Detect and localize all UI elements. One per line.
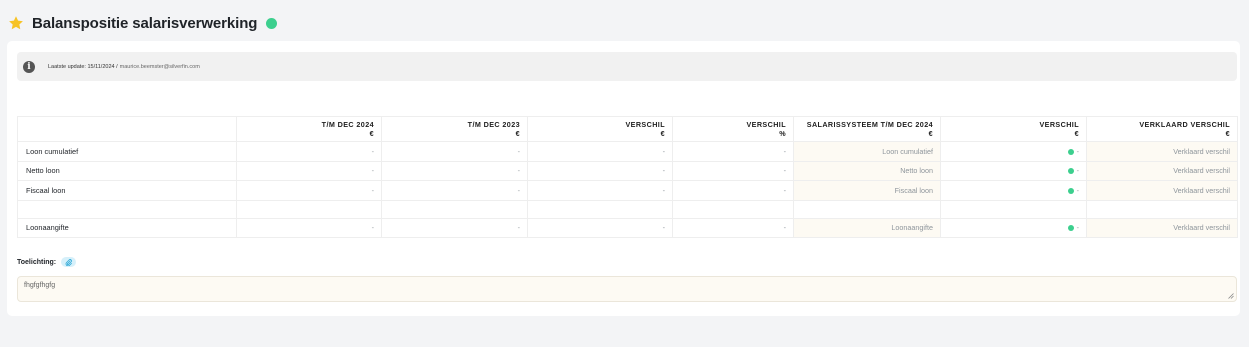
column-header-dec2023: T/M DEC 2023 €: [381, 116, 528, 142]
cell-dec2023: -: [381, 180, 528, 201]
column-header-dec2024: T/M DEC 2024 €: [236, 116, 382, 142]
salarissysteem-input[interactable]: Loon cumulatief: [793, 141, 941, 162]
cell-verschil: -: [527, 160, 673, 181]
cell-verschil2: -: [940, 160, 1087, 181]
verklaard-verschil-input[interactable]: Verklaard verschil: [1086, 141, 1238, 162]
status-indicator: [266, 17, 278, 29]
cell-verschil2: -: [940, 217, 1087, 238]
last-update-email: maurice.beemster@silverfin.com: [119, 63, 200, 70]
toelichting-header: Toelichting:: [17, 257, 77, 267]
column-header-verschil-pct: VERSCHIL%: [672, 116, 794, 142]
row-label: Netto loon: [17, 160, 237, 181]
star-icon[interactable]: [8, 15, 24, 31]
table-row: Fiscaal loon - - - - Fiscaal loon - Verk…: [17, 180, 1238, 201]
cell-verschil: -: [527, 217, 673, 238]
salarissysteem-input[interactable]: Netto loon: [793, 160, 941, 181]
column-header-verklaard: VERKLAARD VERSCHIL €: [1086, 116, 1238, 142]
column-header-label: [17, 116, 237, 142]
verklaard-verschil-input[interactable]: Verklaard verschil: [1086, 217, 1238, 238]
cell-dec2023: -: [381, 141, 528, 162]
toelichting-label: Toelichting:: [17, 258, 57, 266]
page-title: Balanspositie salarisverwerking: [32, 14, 258, 32]
salarissysteem-input[interactable]: Fiscaal loon: [793, 180, 941, 201]
cell-verschil-pct: -: [672, 160, 794, 181]
cell-verschil-pct: -: [672, 180, 794, 201]
content-card: i Laatste update: 15/11/2024 /maurice.be…: [7, 41, 1240, 316]
cell-dec2023: -: [381, 160, 528, 181]
row-label: Loonaangifte: [17, 217, 237, 238]
last-update-text: Laatste update: 15/11/2024 /maurice.beem…: [48, 64, 200, 70]
resize-handle-icon[interactable]: [1228, 293, 1234, 299]
cell-verschil-pct: -: [672, 217, 794, 238]
table-row: Netto loon - - - - Netto loon - Verklaar…: [17, 160, 1238, 181]
cell-dec2024: -: [236, 160, 382, 181]
last-update-label: Laatste update: 15/11/2024 /: [48, 63, 118, 70]
status-dot-icon: [1067, 148, 1074, 155]
verklaard-verschil-input[interactable]: Verklaard verschil: [1086, 160, 1238, 181]
page-header: Balanspositie salarisverwerking: [8, 12, 278, 34]
cell-verschil2: -: [940, 180, 1087, 201]
info-icon: i: [23, 60, 35, 73]
column-header-verschil2: VERSCHIL €: [940, 116, 1087, 142]
table-row: Loonaangifte - - - - Loonaangifte - Verk…: [17, 217, 1238, 238]
cell-verschil: -: [527, 180, 673, 201]
cell-dec2024: -: [236, 180, 382, 201]
update-info-bar: i Laatste update: 15/11/2024 /maurice.be…: [17, 52, 1237, 81]
salarissysteem-input[interactable]: Loonaangifte: [793, 217, 941, 238]
balance-table: T/M DEC 2024 € T/M DEC 2023 € VERSCHIL € VE…: [17, 116, 1238, 238]
table-row: Loon cumulatief - - - - Loon cumulatief …: [17, 141, 1238, 162]
cell-verschil-pct: -: [672, 141, 794, 162]
cell-verschil2: -: [940, 141, 1087, 162]
toelichting-textarea[interactable]: fhgfgfhgfg: [17, 276, 1237, 302]
cell-dec2024: -: [236, 217, 382, 238]
table-spacer-row: [17, 199, 1238, 219]
column-header-verschil: VERSCHIL €: [527, 116, 673, 142]
attach-button[interactable]: [61, 257, 77, 267]
status-dot-icon: [1067, 187, 1074, 194]
cell-dec2024: -: [236, 141, 382, 162]
cell-dec2023: -: [381, 217, 528, 238]
row-label: Loon cumulatief: [17, 141, 237, 162]
status-dot-icon: [1067, 168, 1074, 175]
column-header-salarissysteem: SALARISSYSTEEM T/M DEC 2024 €: [793, 116, 941, 142]
paperclip-icon: [65, 258, 73, 266]
toelichting-value: fhgfgfhgfg: [24, 282, 56, 289]
row-label: Fiscaal loon: [17, 180, 237, 201]
table-header-row: T/M DEC 2024 € T/M DEC 2023 € VERSCHIL € VE…: [17, 116, 1238, 142]
verklaard-verschil-input[interactable]: Verklaard verschil: [1086, 180, 1238, 201]
status-dot-icon: [1067, 225, 1074, 232]
cell-verschil: -: [527, 141, 673, 162]
